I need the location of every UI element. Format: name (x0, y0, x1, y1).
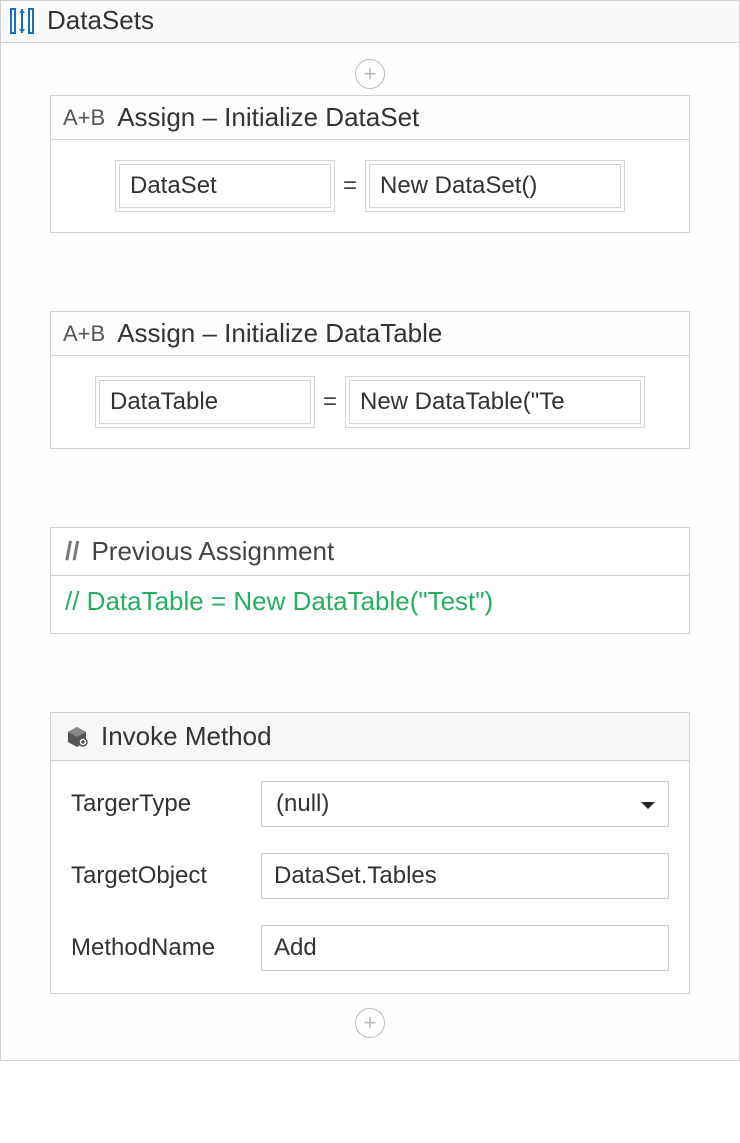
assign-value-input[interactable] (369, 164, 621, 208)
invoke-method-activity[interactable]: Invoke Method TargerType (null) (50, 712, 690, 994)
method-name-input[interactable] (261, 925, 669, 971)
invoke-body: TargerType (null) TargetObject (51, 761, 689, 993)
assign-to-input[interactable] (119, 164, 331, 208)
assign-activity-initialize-datatable[interactable]: A+B Assign – Initialize DataTable = (50, 311, 690, 449)
cube-icon (63, 723, 91, 751)
activity-title: Assign – Initialize DataSet (117, 102, 419, 133)
target-type-label: TargerType (71, 790, 261, 818)
activity-title: Assign – Initialize DataTable (117, 318, 442, 349)
plus-icon: + (364, 1012, 377, 1034)
activity-title: Previous Assignment (91, 536, 334, 567)
target-type-row: TargerType (null) (71, 781, 669, 827)
assign-row: = (71, 160, 669, 212)
assign-value-input[interactable] (349, 380, 641, 424)
assign-prefix: A+B (63, 105, 105, 131)
sequence-container[interactable]: DataSets + A+B Assign – Initialize DataS… (0, 0, 740, 1061)
target-type-combo[interactable]: (null) (261, 781, 669, 827)
connector-arrow (369, 237, 371, 307)
chevron-down-icon (640, 790, 656, 818)
method-name-label: MethodName (71, 934, 261, 962)
assign-to-wrapper (115, 160, 335, 212)
equals-sign: = (323, 388, 337, 416)
connector-arrow (369, 453, 371, 523)
comment-prefix: // (65, 536, 79, 567)
sequence-header[interactable]: DataSets (1, 1, 739, 43)
assign-value-wrapper (345, 376, 645, 428)
add-activity-bottom-button[interactable]: + (355, 1008, 385, 1038)
connector-arrow (369, 638, 371, 708)
target-object-input[interactable] (261, 853, 669, 899)
sequence-icon (7, 6, 37, 36)
comment-body: // DataTable = New DataTable("Test") (51, 576, 689, 633)
assign-to-wrapper (95, 376, 315, 428)
assign-activity-initialize-dataset[interactable]: A+B Assign – Initialize DataSet = (50, 95, 690, 233)
equals-sign: = (343, 172, 357, 200)
plus-icon: + (364, 63, 377, 85)
activity-header[interactable]: A+B Assign – Initialize DataSet (51, 96, 689, 140)
assign-to-input[interactable] (99, 380, 311, 424)
activity-title: Invoke Method (101, 721, 272, 752)
target-type-value: (null) (276, 790, 329, 818)
assign-row: = (71, 376, 669, 428)
sequence-title: DataSets (47, 5, 154, 36)
target-object-label: TargetObject (71, 862, 261, 890)
sequence-body: + A+B Assign – Initialize DataSet = (1, 43, 739, 1060)
target-object-row: TargetObject (71, 853, 669, 899)
add-activity-top-button[interactable]: + (355, 59, 385, 89)
assign-prefix: A+B (63, 321, 105, 347)
activity-body: = (51, 140, 689, 232)
assign-value-wrapper (365, 160, 625, 212)
activity-body: = (51, 356, 689, 448)
method-name-row: MethodName (71, 925, 669, 971)
